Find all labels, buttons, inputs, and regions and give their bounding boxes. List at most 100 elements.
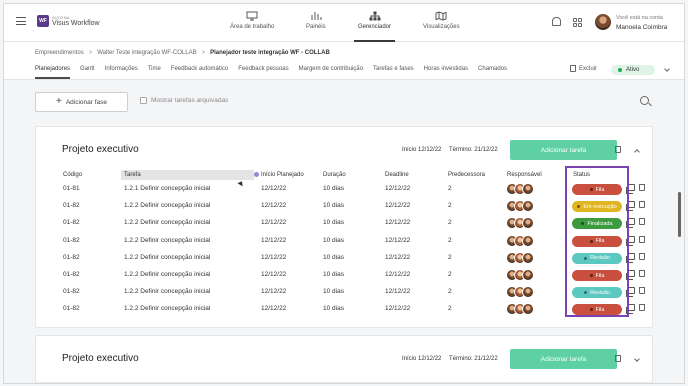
tab-margem-de-contribui-o[interactable]: Margem de contribuição bbox=[299, 66, 363, 72]
trash-icon[interactable] bbox=[639, 270, 645, 277]
responsible-avatars[interactable] bbox=[506, 200, 534, 213]
search-icon[interactable] bbox=[640, 96, 649, 105]
column-header-predecessor[interactable]: Predecessora bbox=[448, 172, 485, 178]
task-code: 01-82 bbox=[63, 253, 80, 261]
avatar bbox=[522, 269, 534, 281]
show-archived-label: Mostrar tarefas arquivadas bbox=[151, 97, 229, 104]
tab-feedback-pessoas[interactable]: Feedback pessoas bbox=[238, 66, 288, 72]
column-header-task[interactable]: Tarefa bbox=[121, 170, 254, 180]
trash-icon[interactable] bbox=[615, 146, 621, 153]
tab-tarefas-e-fases[interactable]: Tarefas e fases bbox=[373, 66, 414, 72]
copy-icon[interactable] bbox=[626, 304, 635, 315]
trash-icon[interactable] bbox=[639, 235, 645, 243]
nav-label: Gerenciador bbox=[358, 24, 392, 30]
phase-card: Projeto executivo Início 12/12/22 Términ… bbox=[35, 126, 653, 328]
task-start: 12/12/22 bbox=[261, 236, 287, 244]
trash-icon[interactable] bbox=[615, 355, 621, 362]
copy-icon[interactable] bbox=[626, 252, 635, 263]
copy-icon[interactable] bbox=[626, 287, 635, 298]
add-phase-label: Adicionar fase bbox=[65, 98, 108, 106]
responsible-avatars[interactable] bbox=[506, 303, 534, 316]
nav-paineis[interactable]: Painéis bbox=[306, 11, 326, 42]
trash-icon[interactable] bbox=[639, 218, 645, 226]
nav-area-de-trabalho[interactable]: Área de trabalho bbox=[230, 11, 274, 42]
status-dropdown[interactable]: Ativo bbox=[611, 65, 655, 75]
copy-icon[interactable] bbox=[626, 201, 635, 212]
table-row[interactable]: 01-82 1.2.2 Definir concepção inicial 12/1… bbox=[36, 250, 654, 267]
trash-icon[interactable] bbox=[639, 252, 645, 260]
task-duration: 10 dias bbox=[323, 185, 344, 192]
phase-title: Projeto executivo bbox=[62, 353, 139, 364]
task-duration: 10 dias bbox=[323, 305, 344, 313]
menu-icon[interactable] bbox=[16, 17, 26, 25]
scrollbar[interactable] bbox=[678, 192, 681, 237]
copy-icon[interactable] bbox=[626, 270, 635, 280]
tab-time[interactable]: Time bbox=[148, 66, 161, 72]
nav-visualizacoes[interactable]: Visualizações bbox=[423, 11, 460, 42]
account-name[interactable]: Manoela Coimbra bbox=[616, 24, 667, 31]
tab-planejadores[interactable]: Planejadores bbox=[35, 66, 71, 79]
table-row[interactable]: 01-81 1.2.1 Definir concepção inicial 12/1… bbox=[36, 181, 654, 198]
trash-icon[interactable] bbox=[639, 304, 645, 312]
task-predecessor: 2 bbox=[448, 253, 452, 261]
responsible-avatars[interactable] bbox=[506, 251, 534, 264]
table-row[interactable]: 01-82 1.2.2 Definir concepção inicial 12/1… bbox=[36, 301, 654, 318]
column-header-responsible[interactable]: Responsável bbox=[507, 172, 542, 178]
bar-chart-icon bbox=[310, 11, 322, 21]
tab-informa-es[interactable]: Informações bbox=[105, 66, 138, 72]
chevron-down-icon[interactable] bbox=[664, 66, 670, 72]
map-icon bbox=[435, 11, 447, 21]
show-archived-checkbox[interactable] bbox=[140, 97, 147, 104]
trash-icon[interactable] bbox=[639, 201, 645, 209]
column-resize-handle[interactable] bbox=[254, 172, 259, 177]
breadcrumb-item[interactable]: Walter Teste integração WF-COLLAB bbox=[97, 50, 196, 56]
task-deadline: 12/12/22 bbox=[385, 236, 411, 244]
app-logo[interactable]: WF AUTO BA Visus Workflow bbox=[37, 15, 100, 27]
copy-icon[interactable] bbox=[626, 218, 635, 229]
tab-horas-investidas[interactable]: Horas investidas bbox=[424, 66, 468, 72]
bell-icon[interactable] bbox=[552, 17, 561, 26]
tab-feedback-autom-tico[interactable]: Feedback automático bbox=[171, 66, 228, 72]
responsible-avatars[interactable] bbox=[506, 269, 534, 281]
add-task-button[interactable]: Adicionar tarefa bbox=[510, 140, 617, 160]
responsible-avatars[interactable] bbox=[506, 183, 534, 195]
breadcrumb-item[interactable]: Empreendimentos bbox=[35, 50, 84, 56]
tab-gantt[interactable]: Gantt bbox=[80, 66, 95, 72]
column-header-start[interactable]: Início Planejado bbox=[261, 172, 304, 178]
nav-gerenciador[interactable]: Gerenciador bbox=[353, 11, 396, 42]
column-header-deadline[interactable]: Deadline bbox=[385, 172, 409, 178]
chevron-down-icon[interactable] bbox=[634, 356, 640, 362]
add-task-button[interactable]: Adicionar tarefa bbox=[510, 349, 617, 369]
monitor-icon bbox=[246, 11, 258, 21]
task-start: 12/12/22 bbox=[261, 253, 287, 261]
table-row[interactable]: 01-82 1.2.2 Definir concepção inicial 12/1… bbox=[36, 267, 654, 284]
responsible-avatars[interactable] bbox=[506, 234, 534, 247]
table-row[interactable]: 01-82 1.2.2 Definir concepção inicial 12/1… bbox=[36, 198, 654, 215]
trash-icon[interactable] bbox=[639, 184, 645, 191]
avatar[interactable] bbox=[595, 14, 611, 30]
trash-icon[interactable] bbox=[639, 287, 645, 295]
column-header-duration[interactable]: Duração bbox=[323, 172, 346, 178]
column-header-code[interactable]: Código bbox=[63, 172, 82, 178]
table-row[interactable]: 01-82 1.2.2 Definir concepção inicial 12/1… bbox=[36, 215, 654, 232]
status-column-highlight bbox=[565, 166, 629, 317]
responsible-avatars[interactable] bbox=[506, 217, 534, 230]
apps-grid-icon[interactable] bbox=[573, 18, 582, 27]
logo-name: Visus Workflow bbox=[52, 19, 100, 27]
responsible-avatars[interactable] bbox=[506, 286, 534, 299]
avatar bbox=[522, 286, 534, 299]
task-code: 01-82 bbox=[63, 202, 80, 210]
task-name: 1.2.2 Definir concepção inicial bbox=[124, 288, 211, 296]
show-archived-toggle[interactable]: Mostrar tarefas arquivadas bbox=[140, 97, 228, 104]
task-start: 12/12/22 bbox=[261, 202, 287, 210]
copy-icon[interactable] bbox=[626, 184, 635, 194]
chevron-up-icon[interactable] bbox=[634, 149, 640, 155]
delete-button[interactable]: Excluir bbox=[570, 65, 597, 72]
table-row[interactable]: 01-82 1.2.2 Definir concepção inicial 12/1… bbox=[36, 233, 654, 250]
table-row[interactable]: 01-82 1.2.2 Definir concepção inicial 12/1… bbox=[36, 284, 654, 301]
task-predecessor: 2 bbox=[448, 236, 452, 244]
copy-icon[interactable] bbox=[626, 235, 635, 246]
avatar bbox=[522, 234, 534, 247]
tab-chamados[interactable]: Chamados bbox=[478, 66, 507, 72]
add-phase-button[interactable]: + Adicionar fase bbox=[35, 92, 128, 112]
